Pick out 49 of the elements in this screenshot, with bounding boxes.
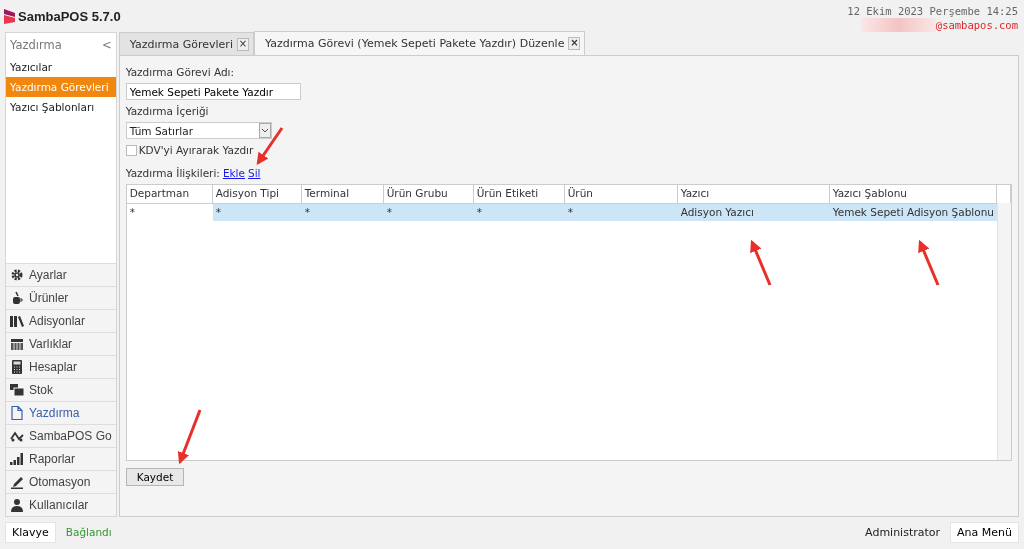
table-cell: * xyxy=(383,204,474,221)
close-icon[interactable]: × xyxy=(568,37,581,50)
annotation-arrow xyxy=(918,239,940,286)
books-icon xyxy=(10,314,24,328)
user-icon xyxy=(10,498,24,512)
gear-icon xyxy=(10,268,24,282)
annotation-arrow xyxy=(750,239,772,286)
field-label: Yazdırma Görevi Adı: xyxy=(125,65,235,80)
dropdown[interactable]: Tüm Satırlar xyxy=(125,122,272,139)
tab[interactable]: Yazdırma Görevleri × xyxy=(118,32,254,55)
caret-icon xyxy=(258,123,271,138)
boxes-icon xyxy=(10,383,24,397)
pen-icon xyxy=(10,475,24,489)
route-icon xyxy=(10,429,24,443)
user-email: @sambapos.com xyxy=(935,18,1018,32)
table-icon xyxy=(10,337,24,351)
calculator-icon xyxy=(10,360,24,374)
keyboard-button[interactable]: Klavye xyxy=(5,521,56,543)
table-cell: * xyxy=(301,204,384,221)
main-menu-button[interactable]: Ana Menü xyxy=(950,521,1019,543)
sidebar-item[interactable]: Yazıcılar xyxy=(6,57,116,77)
close-icon[interactable]: × xyxy=(236,37,249,51)
tab[interactable]: Yazdırma Görevi (Yemek Sepeti Pakete Yazdır) Düzenle × xyxy=(253,31,586,55)
sidebar-item[interactable]: Yazıcı Şablonları xyxy=(6,97,116,117)
table-cell: Yemek Sepeti Adisyon Şablonu xyxy=(829,204,997,221)
collapse-button[interactable]: < xyxy=(102,38,112,52)
input-field[interactable]: Yemek Sepeti Pakete Yazdır xyxy=(125,83,301,100)
table-cell: * xyxy=(212,204,302,221)
table-cell: Adisyon Yazıcı xyxy=(677,204,830,221)
sidebar-header: Yazdırma xyxy=(10,38,62,52)
connection-status: Bağlandı xyxy=(65,526,112,538)
cup-icon xyxy=(10,291,24,305)
add-link[interactable]: Ekle xyxy=(222,167,245,179)
remove-link[interactable]: Sil xyxy=(247,167,261,179)
field-label: Yazdırma İçeriği xyxy=(125,104,210,119)
section-label: Yazdırma İlişkileri: xyxy=(125,166,220,181)
user-name: Administrator xyxy=(865,525,941,539)
datetime: 12 Ekim 2023 Perşembe 14:25 xyxy=(847,4,1018,18)
annotation-arrow xyxy=(177,409,202,465)
save-button[interactable]: Kaydet xyxy=(125,468,185,486)
bars-icon xyxy=(10,452,24,466)
checkbox[interactable] xyxy=(125,144,137,156)
document-icon xyxy=(10,406,24,420)
checkbox-label: KDV'yi Ayırarak Yazdır xyxy=(138,143,254,158)
table-cell: * xyxy=(473,204,565,221)
app-title: SambaPOS 5.7.0 xyxy=(18,9,121,24)
annotation-arrow xyxy=(256,127,284,165)
table-cell: * xyxy=(564,204,678,221)
logo-icon xyxy=(4,9,15,24)
